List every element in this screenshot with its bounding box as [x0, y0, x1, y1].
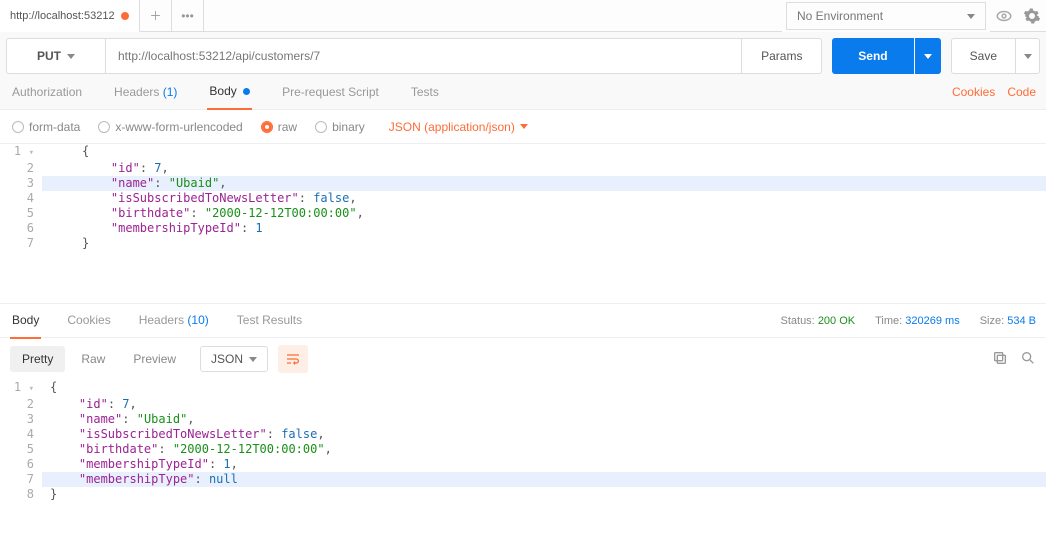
time-value: 320269 ms: [905, 315, 959, 327]
status-value: 200 OK: [818, 315, 855, 327]
line-number: 1 ▾: [0, 380, 42, 397]
chevron-down-icon: [249, 357, 257, 362]
chevron-down-icon: [967, 14, 975, 19]
environment-select[interactable]: No Environment: [786, 2, 986, 30]
url-input[interactable]: http://localhost:53212/api/customers/7: [106, 38, 742, 74]
line-number: 6: [0, 457, 42, 472]
search-response-icon[interactable]: [1020, 350, 1036, 369]
body-type-row: form-data x-www-form-urlencoded raw bina…: [0, 110, 1046, 144]
view-preview[interactable]: Preview: [121, 346, 188, 372]
radio-selected-icon: [261, 121, 273, 133]
body-type-binary[interactable]: binary: [315, 120, 365, 134]
radio-icon: [98, 121, 110, 133]
response-toolbar: Pretty Raw Preview JSON: [0, 338, 1046, 380]
chevron-down-icon: [67, 54, 75, 59]
unsaved-dot-icon: [121, 12, 129, 20]
code-line[interactable]: 3 "name": "Ubaid",: [0, 412, 1046, 427]
method-label: PUT: [37, 49, 61, 63]
tab-options-button[interactable]: •••: [172, 0, 204, 32]
env-quicklook-icon[interactable]: [990, 0, 1018, 32]
resp-tab-tests[interactable]: Test Results: [235, 303, 304, 339]
request-row: PUT http://localhost:53212/api/customers…: [0, 32, 1046, 74]
view-pretty[interactable]: Pretty: [10, 346, 65, 372]
response-format-select[interactable]: JSON: [200, 346, 268, 372]
resp-tab-headers[interactable]: Headers (10): [137, 303, 211, 339]
line-number: 4: [0, 427, 42, 442]
content-type-select[interactable]: JSON (application/json): [389, 120, 528, 134]
wrap-lines-button[interactable]: [278, 345, 308, 373]
request-body-editor[interactable]: 1 ▾{2 "id": 7,3 "name": "Ubaid",4 "isSub…: [0, 144, 1046, 304]
line-number: 2: [0, 161, 42, 176]
code-line[interactable]: 1 ▾{: [0, 144, 1046, 161]
tab-tests[interactable]: Tests: [409, 75, 441, 109]
code-line[interactable]: 2 "id": 7,: [0, 161, 1046, 176]
tab-body[interactable]: Body: [207, 74, 252, 110]
top-bar: http://localhost:53212 ＋ ••• No Environm…: [0, 0, 1046, 32]
code-line[interactable]: 6 "membershipTypeId": 1: [0, 221, 1046, 236]
line-number: 4: [0, 191, 42, 206]
headers-count: (1): [163, 85, 178, 99]
code-line[interactable]: 4 "isSubscribedToNewsLetter": false,: [0, 191, 1046, 206]
new-tab-button[interactable]: ＋: [140, 0, 172, 32]
body-type-raw[interactable]: raw: [261, 120, 297, 134]
response-stats: Status: 200 OK Time: 320269 ms Size: 534…: [781, 315, 1037, 327]
line-number: 3: [0, 176, 42, 191]
line-number: 3: [0, 412, 42, 427]
response-header-row: Body Cookies Headers (10) Test Results S…: [0, 304, 1046, 338]
code-line[interactable]: 7}: [0, 236, 1046, 251]
request-tab[interactable]: http://localhost:53212: [0, 0, 140, 32]
body-dot-icon: [243, 88, 250, 95]
code-line[interactable]: 5 "birthdate": "2000-12-12T00:00:00",: [0, 206, 1046, 221]
resp-headers-count: (10): [187, 313, 208, 327]
code-line[interactable]: 5 "birthdate": "2000-12-12T00:00:00",: [0, 442, 1046, 457]
line-number: 5: [0, 206, 42, 221]
chevron-down-icon: [1024, 54, 1032, 59]
body-type-formdata[interactable]: form-data: [12, 120, 80, 134]
code-line[interactable]: 2 "id": 7,: [0, 397, 1046, 412]
line-number: 6: [0, 221, 42, 236]
body-type-urlencoded[interactable]: x-www-form-urlencoded: [98, 120, 242, 134]
tab-label: http://localhost:53212: [10, 10, 115, 22]
tab-authorization[interactable]: Authorization: [10, 75, 84, 109]
line-number: 5: [0, 442, 42, 457]
send-options-button[interactable]: [915, 38, 941, 74]
save-options-button[interactable]: [1016, 38, 1040, 74]
line-number: 7: [0, 472, 42, 487]
code-line[interactable]: 8}: [0, 487, 1046, 502]
line-number: 8: [0, 487, 42, 502]
code-line[interactable]: 6 "membershipTypeId": 1,: [0, 457, 1046, 472]
radio-icon: [12, 121, 24, 133]
line-number: 2: [0, 397, 42, 412]
line-number: 7: [0, 236, 42, 251]
chevron-down-icon: [924, 54, 932, 59]
code-line[interactable]: 4 "isSubscribedToNewsLetter": false,: [0, 427, 1046, 442]
chevron-down-icon: [520, 124, 528, 129]
code-line[interactable]: 1 ▾{: [0, 380, 1046, 397]
view-raw[interactable]: Raw: [69, 346, 117, 372]
params-button[interactable]: Params: [742, 38, 822, 74]
line-number: 1 ▾: [0, 144, 42, 161]
tab-headers[interactable]: Headers (1): [112, 75, 179, 109]
copy-response-icon[interactable]: [992, 350, 1008, 369]
cookies-link[interactable]: Cookies: [952, 85, 995, 99]
radio-icon: [315, 121, 327, 133]
resp-tab-cookies[interactable]: Cookies: [65, 303, 112, 339]
tab-prerequest[interactable]: Pre-request Script: [280, 75, 381, 109]
method-select[interactable]: PUT: [6, 38, 106, 74]
save-button[interactable]: Save: [951, 38, 1016, 74]
settings-gear-icon[interactable]: [1018, 0, 1046, 32]
code-line[interactable]: 3 "name": "Ubaid",: [0, 176, 1046, 191]
code-link[interactable]: Code: [1007, 85, 1036, 99]
size-value: 534 B: [1007, 315, 1036, 327]
request-tabs: Authorization Headers (1) Body Pre-reque…: [0, 74, 1046, 110]
environment-label: No Environment: [797, 9, 883, 23]
send-button[interactable]: Send: [832, 38, 913, 74]
code-line[interactable]: 7 "membershipType": null: [0, 472, 1046, 487]
url-value: http://localhost:53212/api/customers/7: [118, 49, 320, 63]
resp-tab-body[interactable]: Body: [10, 303, 41, 339]
response-body-viewer[interactable]: 1 ▾{2 "id": 7,3 "name": "Ubaid",4 "isSub…: [0, 380, 1046, 502]
